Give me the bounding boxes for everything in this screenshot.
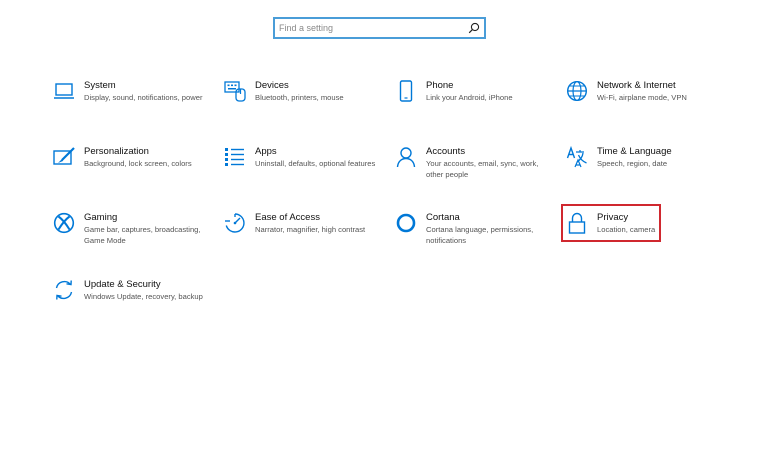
globe-icon	[566, 80, 588, 102]
settings-tile-cortana[interactable]: Cortana Cortana language, permissions, no…	[395, 212, 555, 264]
settings-tile-system[interactable]: System Display, sound, notifications, pow…	[53, 80, 213, 132]
settings-tile-personalization[interactable]: Personalization Background, lock screen, …	[53, 146, 213, 198]
ease-of-access-icon	[224, 212, 246, 234]
tile-title: Ease of Access	[255, 212, 320, 223]
person-icon	[395, 146, 417, 168]
search-box[interactable]	[273, 17, 486, 39]
tile-title: Privacy	[597, 212, 629, 223]
tile-description: Wi-Fi, airplane mode, VPN	[597, 93, 687, 102]
search-icon[interactable]	[467, 21, 481, 35]
tile-description: Windows Update, recovery, backup	[84, 292, 203, 301]
tile-description: Display, sound, notifications, power	[84, 93, 203, 102]
settings-tile-privacy[interactable]: Privacy Location, camera	[566, 212, 726, 264]
tile-description: Cortana language, permissions, notificat…	[426, 225, 534, 245]
settings-tile-update-security[interactable]: Update & Security Windows Update, recover…	[53, 279, 213, 331]
paintbrush-icon	[53, 146, 75, 168]
tile-title: Accounts	[426, 146, 466, 157]
tile-description: Your accounts, email, sync, work, other …	[426, 159, 539, 179]
apps-list-icon	[224, 146, 246, 168]
settings-tile-gaming[interactable]: Gaming Game bar, captures, broadcasting, …	[53, 212, 213, 264]
tile-description: Uninstall, defaults, optional features	[255, 159, 376, 168]
xbox-icon	[53, 212, 75, 234]
tile-description: Background, lock screen, colors	[84, 159, 192, 168]
settings-tile-phone[interactable]: Phone Link your Android, iPhone	[395, 80, 555, 132]
tile-title: System	[84, 80, 116, 91]
tile-title: Phone	[426, 80, 454, 91]
tile-title: Gaming	[84, 212, 118, 223]
settings-tile-apps[interactable]: Apps Uninstall, defaults, optional featur…	[224, 146, 384, 198]
tile-description: Link your Android, iPhone	[426, 93, 513, 102]
tile-title: Apps	[255, 146, 277, 157]
settings-tile-accounts[interactable]: Accounts Your accounts, email, sync, work…	[395, 146, 555, 198]
tile-description: Location, camera	[597, 225, 656, 234]
settings-tile-network[interactable]: Network & Internet Wi-Fi, airplane mode, …	[566, 80, 726, 132]
phone-icon	[395, 80, 417, 102]
cortana-icon	[395, 212, 417, 234]
tile-description: Game bar, captures, broadcasting, Game M…	[84, 225, 201, 245]
settings-tile-time-language[interactable]: Time & Language Speech, region, date	[566, 146, 726, 198]
settings-tile-devices[interactable]: Devices Bluetooth, printers, mouse	[224, 80, 384, 132]
tile-title: Network & Internet	[597, 80, 676, 91]
tile-title: Personalization	[84, 146, 149, 157]
search-input[interactable]	[279, 21, 459, 35]
tile-description: Narrator, magnifier, high contrast	[255, 225, 366, 234]
laptop-icon	[53, 80, 75, 102]
tile-title: Cortana	[426, 212, 460, 223]
time-language-icon	[566, 146, 588, 168]
lock-icon	[566, 212, 588, 234]
tile-title: Devices	[255, 80, 289, 91]
keyboard-icon	[224, 80, 246, 102]
tile-description: Bluetooth, printers, mouse	[255, 93, 344, 102]
tile-title: Update & Security	[84, 279, 161, 290]
sync-icon	[53, 279, 75, 301]
tile-description: Speech, region, date	[597, 159, 668, 168]
tile-title: Time & Language	[597, 146, 672, 157]
settings-tile-ease-of-access[interactable]: Ease of Access Narrator, magnifier, high …	[224, 212, 384, 264]
